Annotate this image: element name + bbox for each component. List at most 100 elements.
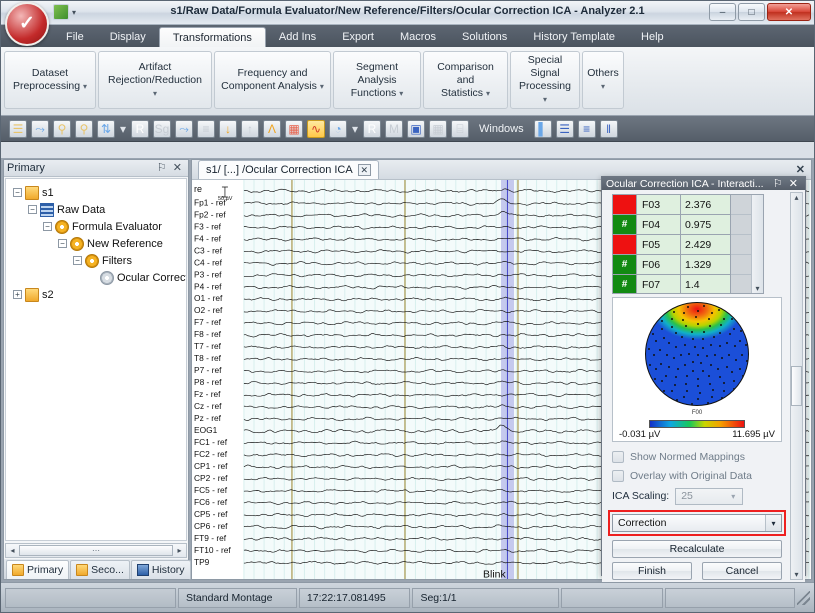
ribbon-tab-solutions[interactable]: Solutions (449, 27, 520, 47)
component-flag[interactable] (613, 235, 637, 255)
maximize-button[interactable]: □ (738, 3, 765, 21)
ribbon-tab-add-ins[interactable]: Add Ins (266, 27, 329, 47)
tree-item-s1[interactable]: − s1 (9, 184, 183, 201)
scroll-down-arrow-icon[interactable]: ▾ (794, 570, 798, 579)
component-flag[interactable]: # (613, 215, 637, 235)
ribbon-group-dataset[interactable]: Dataset Preprocessing ▾ (4, 51, 96, 109)
resize-grip-icon[interactable] (797, 590, 810, 605)
chevron-down-icon[interactable]: ▾ (486, 89, 490, 98)
recalculate-button[interactable]: Recalculate (612, 540, 782, 558)
tree-expander-icon[interactable]: − (13, 188, 22, 197)
dataset-tree[interactable]: − s1− Raw Data − Formula Evaluator − New Refer… (5, 178, 187, 541)
ica-topography-icon[interactable]: ◔ (329, 119, 347, 138)
ica-dropdown-caret[interactable]: ▾ (351, 120, 359, 138)
close-icon[interactable]: ✕ (170, 161, 185, 175)
scrollbar-thumb[interactable] (791, 366, 802, 406)
ribbon-tab-macros[interactable]: Macros (387, 27, 449, 47)
tree-item-new-reference[interactable]: − New Reference (9, 235, 183, 252)
chevron-down-icon[interactable]: ▾ (83, 82, 87, 91)
chevron-down-icon[interactable]: ▾ (399, 89, 403, 98)
document-area-close-icon[interactable]: ✕ (796, 163, 805, 176)
ribbon-group-others[interactable]: Others ▾ (582, 51, 624, 109)
checkbox-icon[interactable] (612, 450, 624, 463)
mode-select[interactable]: Correction ▾ (612, 514, 782, 532)
ocular-correction-icon[interactable]: ∿ (307, 119, 325, 138)
component-row[interactable]: # F07 1.4 (613, 275, 763, 293)
component-row[interactable]: # F06 1.329 (613, 255, 763, 275)
average-icon[interactable]: ⤳ (175, 119, 193, 138)
new-dataset-icon[interactable]: ☰ (9, 119, 27, 138)
pin-icon[interactable]: ⚐ (154, 161, 170, 175)
chevron-down-icon[interactable]: ▾ (72, 8, 76, 17)
close-icon[interactable]: ✕ (786, 177, 801, 190)
segments-icon[interactable]: Sg (153, 119, 171, 138)
edit-markers-icon[interactable]: ⤳ (31, 119, 49, 138)
chevron-down-icon[interactable]: ▾ (543, 95, 547, 104)
tile-vertical-icon[interactable]: ▌ (533, 119, 552, 138)
ica-scaling-select[interactable]: 25 ▾ (675, 487, 744, 505)
ribbon-group-artifact[interactable]: Artifact Rejection/Reduction ▾ (98, 51, 212, 109)
tree-item-ocular-correct[interactable]: Ocular Correct (9, 269, 186, 286)
application-orb-button[interactable]: ✓ (5, 2, 49, 46)
page-down-icon[interactable]: ↓ (219, 119, 237, 138)
document-tab-ocular-correction-ica[interactable]: s1/ [...] /Ocular Correction ICA ✕ (198, 160, 379, 179)
cascade-icon[interactable]: ≡ (577, 119, 596, 138)
tile-horizontal-icon[interactable]: ☰ (555, 119, 574, 138)
ribbon-tab-display[interactable]: Display (97, 27, 159, 47)
component-flag[interactable]: # (613, 275, 637, 293)
quick-access-icon[interactable] (53, 4, 69, 20)
component-flag[interactable]: # (613, 255, 637, 275)
tree-item-s2[interactable]: + s2 (9, 286, 183, 303)
component-table[interactable]: F03 2.376 # F04 0.975 F05 2.429 # F06 1.329 # F07 1.… (612, 194, 764, 294)
ribbon-group-frequency-and[interactable]: Frequency and Component Analysis ▾ (214, 51, 331, 109)
ribbon-tab-file[interactable]: File (53, 27, 97, 47)
component-row[interactable]: # F04 0.975 (613, 215, 763, 235)
checkbox-icon[interactable] (612, 469, 624, 482)
scale-dropdown-caret[interactable]: ▾ (119, 120, 127, 138)
pin-icon[interactable]: ⚐ (770, 177, 786, 190)
tree-expander-icon[interactable]: + (13, 290, 22, 299)
ribbon-group-special-signal[interactable]: Special Signal Processing ▾ (510, 51, 580, 109)
compare-icon[interactable]: ⌸ (451, 119, 469, 138)
map-icon[interactable]: ▣ (407, 119, 425, 138)
panel-tab-primary[interactable]: Primary (6, 560, 70, 579)
peak-detection-icon[interactable]: Λ (263, 119, 281, 138)
chevron-down-icon[interactable]: ▾ (601, 82, 605, 91)
ribbon-tab-transformations[interactable]: Transformations (158, 27, 266, 47)
ica-panel-vertical-scrollbar[interactable]: ▴ ▾ (790, 192, 803, 580)
topography-map[interactable]: F00 -0.031 µV 11.695 µV (612, 297, 782, 442)
scrollbar-thumb[interactable]: ⋯ (19, 545, 173, 556)
overlay-original-data-checkbox[interactable]: Overlay with Original Data (612, 466, 782, 485)
page-up-icon[interactable]: ↑ (241, 119, 259, 138)
chevron-down-icon[interactable]: ▾ (726, 492, 740, 501)
montage-icon[interactable]: M (385, 119, 403, 138)
tree-expander-icon[interactable]: − (58, 239, 67, 248)
chevron-down-icon[interactable]: ▾ (153, 89, 157, 98)
ribbon-tab-help[interactable]: Help (628, 27, 677, 47)
chevron-down-icon[interactable]: ▾ (765, 515, 781, 531)
ribbon-group-segment-analysis[interactable]: Segment Analysis Functions ▾ (333, 51, 421, 109)
reference-icon[interactable]: R (363, 119, 381, 138)
split-icon[interactable]: ‖ (599, 119, 618, 138)
panel-tab-history[interactable]: History (130, 560, 191, 579)
cancel-button[interactable]: Cancel (702, 562, 782, 580)
ribbon-tab-history-template[interactable]: History Template (520, 27, 628, 47)
tree-expander-icon[interactable]: − (28, 205, 37, 214)
panel-tab-seco-[interactable]: Seco... (70, 560, 130, 579)
tree-item-raw-data[interactable]: − Raw Data (9, 201, 183, 218)
component-table-scrollbar[interactable]: ▾ (751, 195, 763, 293)
tree-item-filters[interactable]: − Filters (9, 252, 183, 269)
scroll-right-arrow-icon[interactable]: ▸ (173, 546, 186, 555)
ribbon-tab-export[interactable]: Export (329, 27, 387, 47)
tree-horizontal-scrollbar[interactable]: ◂ ⋯ ▸ (5, 543, 187, 558)
finish-button[interactable]: Finish (612, 562, 692, 580)
component-row[interactable]: F05 2.429 (613, 235, 763, 255)
ribbon-group-comparison-and[interactable]: Comparison and Statistics ▾ (423, 51, 508, 109)
tree-item-formula-evaluator[interactable]: − Formula Evaluator (9, 218, 183, 235)
tree-expander-icon[interactable]: − (73, 256, 82, 265)
zoom-in-icon[interactable]: ⚲ (75, 119, 93, 138)
scroll-left-arrow-icon[interactable]: ◂ (6, 546, 19, 555)
close-button[interactable]: ✕ (767, 3, 811, 21)
scroll-down-arrow-icon[interactable]: ▾ (755, 284, 759, 293)
layers-icon[interactable]: ≡ (197, 119, 215, 138)
